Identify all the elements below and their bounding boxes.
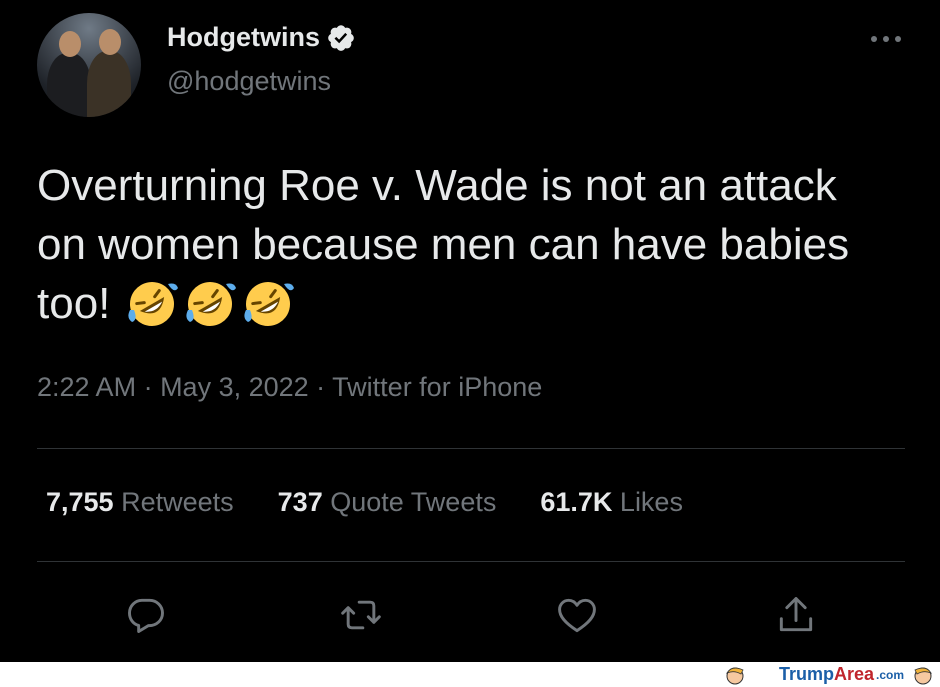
more-options-icon[interactable] — [868, 27, 904, 51]
author-name-row[interactable]: Hodgetwins — [167, 22, 356, 53]
watermark-logo: Trump Area .com — [779, 664, 904, 685]
tweet-source[interactable]: Twitter for iPhone — [332, 372, 542, 402]
watermark-com: .com — [875, 667, 904, 682]
likes-stat[interactable]: 61.7K Likes — [540, 487, 683, 518]
quote-tweets-label: Quote Tweets — [330, 487, 497, 517]
share-button[interactable] — [774, 593, 818, 637]
rofl-emoji-icon — [244, 282, 295, 326]
tweet-text: Overturning Roe v. Wade is not an attack… — [37, 156, 897, 333]
reply-icon — [128, 598, 164, 633]
likes-label: Likes — [619, 487, 683, 517]
share-icon — [779, 597, 813, 632]
author-handle[interactable]: @hodgetwins — [167, 66, 331, 97]
divider — [37, 448, 905, 449]
divider — [37, 561, 905, 562]
watermark-bar: Trump Area .com — [0, 662, 940, 687]
retweets-label: Retweets — [121, 487, 234, 517]
retweets-stat[interactable]: 7,755 Retweets — [46, 487, 234, 518]
meta-separator: · — [308, 372, 333, 402]
mascot-right-icon — [914, 667, 933, 685]
retweets-count: 7,755 — [46, 487, 114, 517]
meta-separator: · — [136, 372, 161, 402]
reply-button[interactable] — [124, 593, 168, 637]
avatar-head-right — [99, 29, 121, 55]
retweet-button[interactable] — [339, 593, 383, 637]
retweet-icon — [341, 600, 381, 630]
mascot-left-icon — [725, 667, 744, 685]
tweet-meta: 2:22 AM · May 3, 2022 · Twitter for iPho… — [37, 372, 542, 403]
watermark-trump: Trump — [778, 664, 834, 684]
avatar[interactable] — [37, 13, 141, 117]
avatar-head-left — [59, 31, 81, 57]
like-icon — [558, 598, 596, 633]
avatar-person-left — [47, 53, 91, 117]
tweet-date[interactable]: May 3, 2022 — [160, 372, 309, 402]
likes-count: 61.7K — [540, 487, 613, 517]
avatar-person-right — [87, 51, 131, 117]
author-name[interactable]: Hodgetwins — [167, 22, 320, 53]
verified-badge-icon — [328, 24, 354, 51]
tweet-time[interactable]: 2:22 AM — [37, 372, 136, 402]
rofl-emoji-icon — [186, 282, 237, 326]
tweet-stats: 7,755 Retweets 737 Quote Tweets 61.7K Li… — [46, 487, 727, 518]
quote-tweets-count: 737 — [277, 487, 323, 517]
quote-tweets-stat[interactable]: 737 Quote Tweets — [278, 487, 497, 518]
watermark-area: Area — [833, 664, 874, 684]
like-button[interactable] — [555, 593, 599, 637]
rofl-emoji-icon — [128, 282, 179, 326]
tweet-card: Hodgetwins @hodgetwins Overturning Roe v… — [0, 0, 940, 662]
